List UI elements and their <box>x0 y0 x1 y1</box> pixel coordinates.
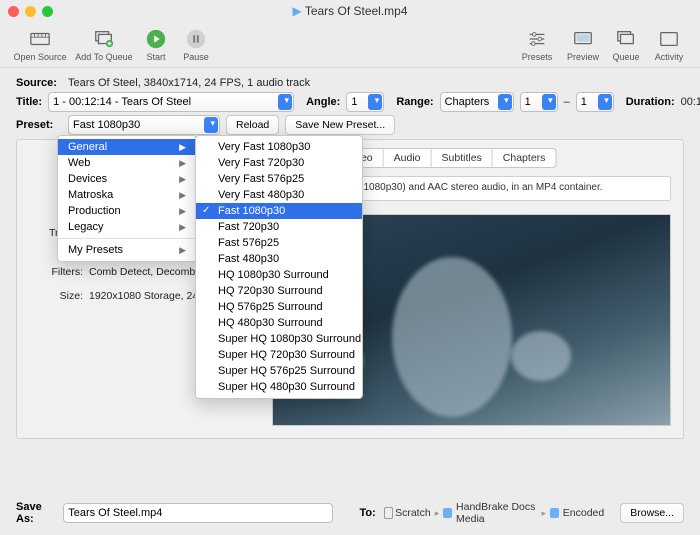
filters-label: Filters: <box>39 266 83 278</box>
preset-category-devices[interactable]: Devices▶ <box>58 171 196 187</box>
window-title: ▶ Tears Of Steel.mp4 <box>0 4 700 18</box>
video-file-icon: ▶ <box>292 4 301 18</box>
pause-icon <box>185 28 207 50</box>
film-open-icon <box>29 28 51 50</box>
presets-button[interactable]: Presets <box>514 23 560 67</box>
minimize-icon[interactable] <box>25 6 36 17</box>
preset-category-legacy[interactable]: Legacy▶ <box>58 219 196 235</box>
preset-option[interactable]: ✓Fast 1080p30 <box>196 203 362 219</box>
activity-icon <box>658 28 680 50</box>
angle-select[interactable]: 1 <box>346 92 384 112</box>
chevron-right-icon: ▶ <box>179 222 186 233</box>
preset-option[interactable]: HQ 1080p30 Surround <box>196 267 362 283</box>
preset-option[interactable]: HQ 576p25 Surround <box>196 299 362 315</box>
preset-option[interactable]: Very Fast 576p25 <box>196 171 362 187</box>
preview-button[interactable]: Preview <box>560 23 606 67</box>
add-to-queue-button[interactable]: Add To Queue <box>72 23 136 67</box>
titlebar: ▶ Tears Of Steel.mp4 <box>0 0 700 22</box>
path-seg-1[interactable]: HandBrake Docs Media <box>456 501 537 525</box>
preset-label: Preset: <box>16 119 62 131</box>
reload-button[interactable]: Reload <box>226 115 279 135</box>
tab-subtitles[interactable]: Subtitles <box>432 149 493 167</box>
preset-option[interactable]: Very Fast 1080p30 <box>196 139 362 155</box>
angle-label: Angle: <box>306 96 340 108</box>
preset-option[interactable]: Fast 576p25 <box>196 235 362 251</box>
activity-button[interactable]: Activity <box>646 23 692 67</box>
preset-option[interactable]: Very Fast 480p30 <box>196 187 362 203</box>
save-as-input[interactable] <box>63 503 333 523</box>
preset-category-web[interactable]: Web▶ <box>58 155 196 171</box>
queue-icon <box>615 28 637 50</box>
start-button[interactable]: Start <box>136 23 176 67</box>
source-row: Source: Tears Of Steel, 3840x1714, 24 FP… <box>16 77 684 89</box>
filters-value: Comb Detect, Decomb <box>89 266 195 278</box>
chevron-right-icon: ▸ <box>541 508 546 519</box>
folder-icon <box>550 508 559 518</box>
queue-button[interactable]: Queue <box>606 23 646 67</box>
toolbar: Open Source Add To Queue Start Pause Pre… <box>0 22 700 68</box>
duration-value: 00:12:14 <box>681 96 700 108</box>
range-label: Range: <box>396 96 433 108</box>
range-dash: – <box>564 96 570 108</box>
check-icon: ✓ <box>202 205 210 216</box>
path-seg-0[interactable]: Scratch <box>395 507 431 519</box>
chevron-right-icon: ▸ <box>435 508 440 519</box>
preset-category-my-presets[interactable]: My Presets▶ <box>58 242 196 258</box>
open-source-button[interactable]: Open Source <box>8 23 72 67</box>
preset-option[interactable]: HQ 480p30 Surround <box>196 315 362 331</box>
browse-button[interactable]: Browse... <box>620 503 684 523</box>
title-row: Title: 1 - 00:12:14 - Tears Of Steel Ang… <box>16 92 684 112</box>
folder-icon <box>443 508 452 518</box>
app-window: ▶ Tears Of Steel.mp4 Open Source Add To … <box>0 0 700 535</box>
play-icon <box>145 28 167 50</box>
save-path: Scratch ▸ HandBrake Docs Media ▸ Encoded <box>384 501 605 525</box>
pause-button[interactable]: Pause <box>176 23 216 67</box>
size-label: Size: <box>39 290 83 302</box>
to-label: To: <box>359 507 375 519</box>
source-label: Source: <box>16 77 62 89</box>
range-type-select[interactable]: Chapters <box>440 92 514 112</box>
range-to-select[interactable]: 1 <box>576 92 614 112</box>
chevron-right-icon: ▶ <box>179 190 186 201</box>
preset-option[interactable]: HQ 720p30 Surround <box>196 283 362 299</box>
preset-option[interactable]: Super HQ 576p25 Surround <box>196 363 362 379</box>
preset-category-general[interactable]: General▶ <box>58 139 196 155</box>
preset-submenu[interactable]: Very Fast 1080p30Very Fast 720p30Very Fa… <box>195 135 363 399</box>
chevron-right-icon: ▶ <box>179 206 186 217</box>
range-from-select[interactable]: 1 <box>520 92 558 112</box>
chevron-right-icon: ▶ <box>179 174 186 185</box>
chevron-right-icon: ▶ <box>179 158 186 169</box>
drive-icon <box>384 507 393 519</box>
chevron-right-icon: ▶ <box>179 142 186 153</box>
traffic-lights <box>8 6 53 17</box>
bottom-bar: Save As: To: Scratch ▸ HandBrake Docs Me… <box>0 491 700 535</box>
queue-add-icon <box>93 28 115 50</box>
preset-option[interactable]: Fast 720p30 <box>196 219 362 235</box>
source-value: Tears Of Steel, 3840x1714, 24 FPS, 1 aud… <box>68 77 310 89</box>
close-icon[interactable] <box>8 6 19 17</box>
preset-category-menu[interactable]: General▶Web▶Devices▶Matroska▶Production▶… <box>57 135 197 262</box>
preset-option[interactable]: Super HQ 1080p30 Surround <box>196 331 362 347</box>
save-preset-button[interactable]: Save New Preset... <box>285 115 395 135</box>
sliders-icon <box>526 28 548 50</box>
tab-chapters[interactable]: Chapters <box>493 149 556 167</box>
preset-option[interactable]: Fast 480p30 <box>196 251 362 267</box>
preset-select[interactable]: Fast 1080p30 <box>68 115 220 135</box>
preset-option[interactable]: Super HQ 480p30 Surround <box>196 379 362 395</box>
zoom-icon[interactable] <box>42 6 53 17</box>
preset-category-production[interactable]: Production▶ <box>58 203 196 219</box>
duration-label: Duration: <box>626 96 675 108</box>
save-as-label: Save As: <box>16 501 55 525</box>
chevron-right-icon: ▶ <box>179 245 186 256</box>
tab-audio[interactable]: Audio <box>384 149 432 167</box>
title-select[interactable]: 1 - 00:12:14 - Tears Of Steel <box>48 92 294 112</box>
path-seg-2[interactable]: Encoded <box>563 507 604 519</box>
preview-icon <box>572 28 594 50</box>
preset-category-matroska[interactable]: Matroska▶ <box>58 187 196 203</box>
window-filename: Tears Of Steel.mp4 <box>305 4 408 18</box>
preset-option[interactable]: Super HQ 720p30 Surround <box>196 347 362 363</box>
preset-option[interactable]: Very Fast 720p30 <box>196 155 362 171</box>
title-label: Title: <box>16 96 42 108</box>
preset-row: Preset: Fast 1080p30 Reload Save New Pre… <box>16 115 684 135</box>
